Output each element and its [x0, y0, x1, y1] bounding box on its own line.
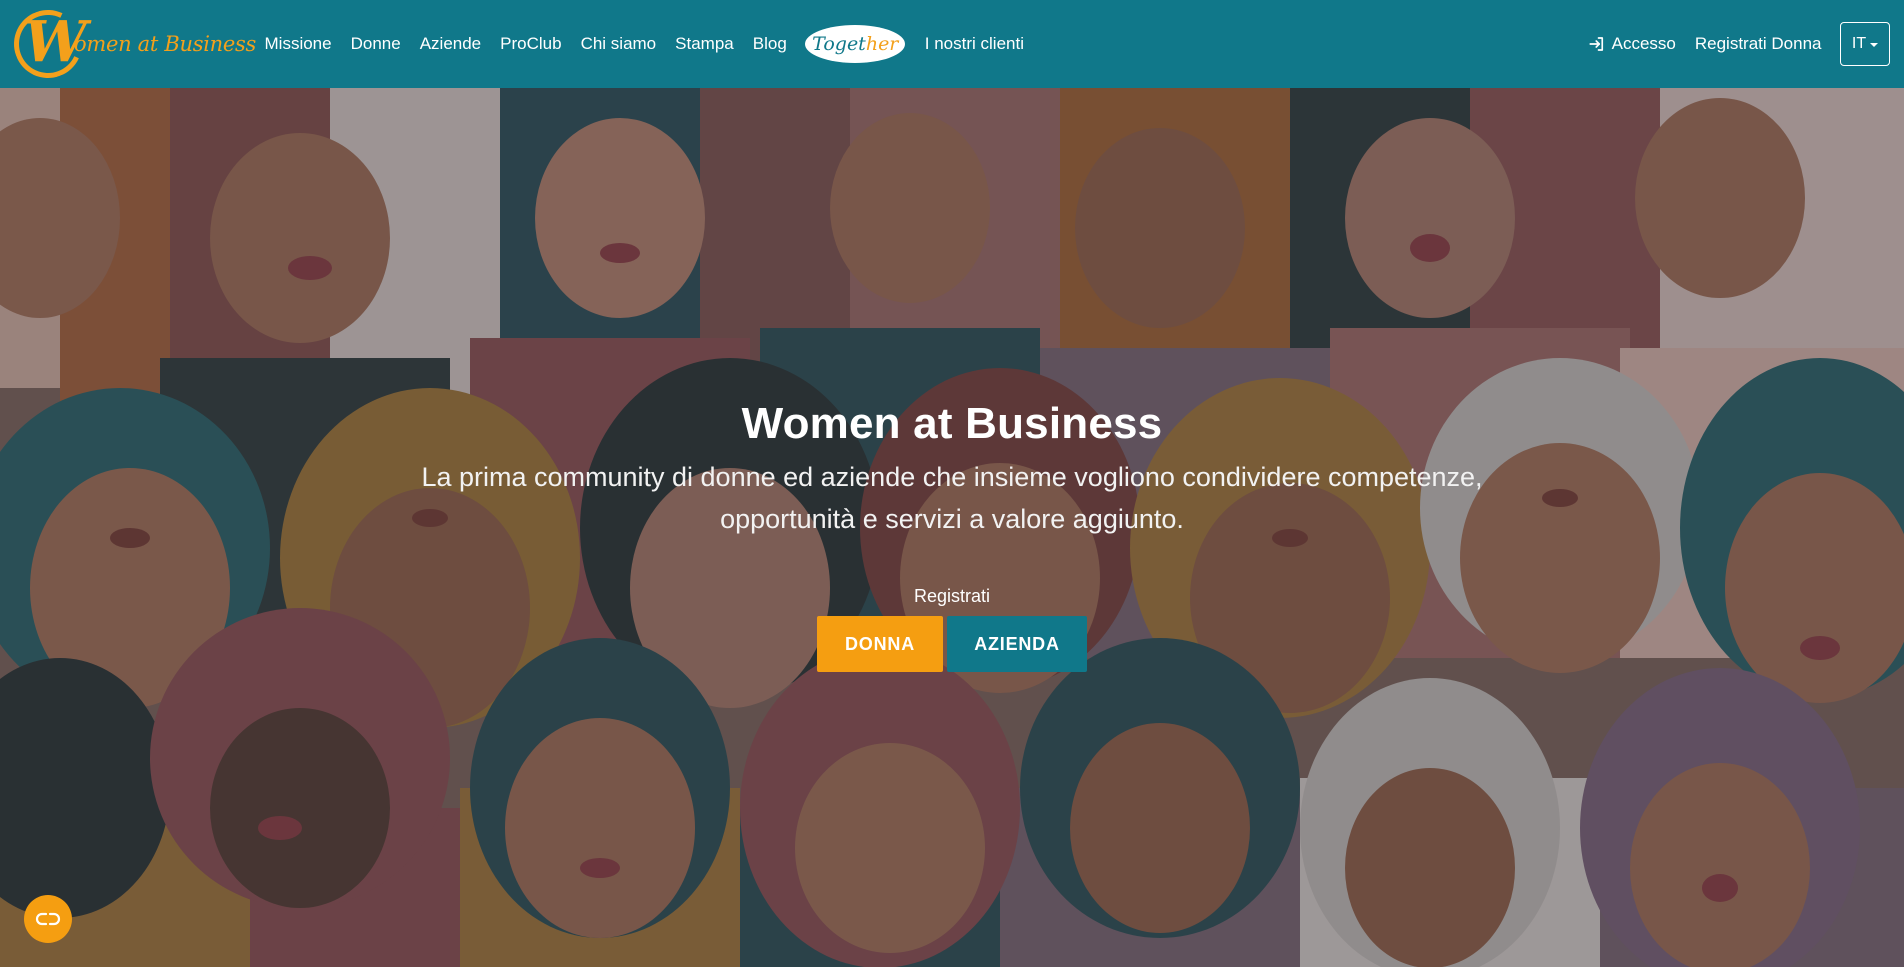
together-text-part2: her: [865, 33, 899, 55]
register-label: Registrati: [913, 586, 991, 606]
chevron-down-icon: [1870, 43, 1879, 47]
login-label: Accesso: [1611, 34, 1676, 53]
login-arrow-icon: [1589, 37, 1603, 51]
language-dropdown[interactable]: IT: [1840, 22, 1890, 66]
together-text-part1: Toget: [812, 33, 866, 55]
logo-text: omen at Business: [74, 32, 256, 56]
register-azienda-button[interactable]: AZIENDA: [947, 616, 1087, 672]
cookie-settings-icon: [35, 912, 61, 926]
nav-proclub[interactable]: ProClub: [491, 34, 571, 54]
brand-logo[interactable]: W omen at Business: [4, 0, 256, 88]
nav-blog[interactable]: Blog: [743, 34, 796, 54]
nav-aziende[interactable]: Aziende: [410, 34, 490, 54]
nav-stampa[interactable]: Stampa: [666, 34, 744, 54]
nav-chi-siamo[interactable]: Chi siamo: [571, 34, 666, 54]
hero-section: Women at Business La prima community di …: [0, 88, 1904, 967]
nav-right-actions: Accesso Registrati Donna IT: [1578, 0, 1890, 88]
hero-content: Women at Business La prima community di …: [0, 398, 1904, 672]
main-nav: Missione Donne Aziende ProClub Chi siamo…: [255, 0, 1033, 88]
register-buttons: DONNA AZIENDA: [0, 616, 1904, 672]
cookie-settings-button[interactable]: [24, 895, 72, 943]
language-label: IT: [1851, 35, 1867, 52]
register-donna-link[interactable]: Registrati Donna: [1685, 34, 1831, 54]
login-link[interactable]: Accesso: [1578, 34, 1685, 54]
top-navbar: W omen at Business Missione Donne Aziend…: [0, 0, 1904, 88]
hero-subtitle: La prima community di donne ed aziende c…: [421, 462, 1483, 534]
hero-title: Women at Business: [741, 399, 1163, 448]
register-donna-button[interactable]: DONNA: [817, 616, 943, 672]
nav-missione[interactable]: Missione: [255, 34, 341, 54]
nav-donne[interactable]: Donne: [341, 34, 410, 54]
together-logo-link[interactable]: Toget her: [805, 25, 906, 63]
nav-clienti[interactable]: I nostri clienti: [915, 34, 1033, 54]
